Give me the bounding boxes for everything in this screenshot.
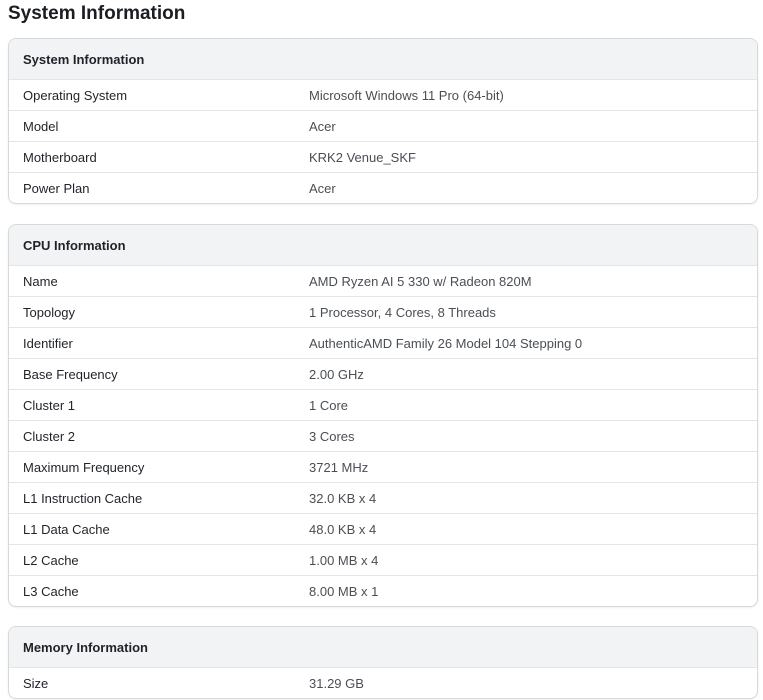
row-value: 1 Processor, 4 Cores, 8 Threads [309, 304, 496, 320]
row-value: 1.00 MB x 4 [309, 552, 379, 568]
row-value: 1 Core [309, 397, 349, 413]
row-label: L1 Data Cache [23, 521, 110, 537]
table-row: Motherboard KRK2 Venue_SKF [9, 141, 757, 172]
row-value: 32.0 KB x 4 [309, 490, 377, 506]
table-row: Identifier AuthenticAMD Family 26 Model … [9, 327, 757, 358]
table-row: Power Plan Acer [9, 172, 757, 203]
row-value: Acer [309, 180, 336, 196]
table-row: Base Frequency 2.00 GHz [9, 358, 757, 389]
table-row: Cluster 2 3 Cores [9, 420, 757, 451]
table-row: L1 Data Cache 48.0 KB x 4 [9, 513, 757, 544]
row-value: Microsoft Windows 11 Pro (64-bit) [309, 87, 504, 103]
table-row: L2 Cache 1.00 MB x 4 [9, 544, 757, 575]
row-value: 8.00 MB x 1 [309, 583, 379, 599]
row-label: Topology [23, 304, 76, 320]
row-label: Cluster 1 [23, 397, 76, 413]
row-value: 3721 MHz [309, 459, 369, 475]
row-label: Maximum Frequency [23, 459, 145, 475]
table-row: L1 Instruction Cache 32.0 KB x 4 [9, 482, 757, 513]
row-label: Operating System [23, 87, 128, 103]
row-label: L2 Cache [23, 552, 79, 568]
panel-header: Memory Information [9, 627, 757, 667]
row-label: Size [23, 675, 49, 691]
row-label: Motherboard [23, 149, 97, 165]
row-label: Cluster 2 [23, 428, 76, 444]
table-row: Size 31.29 GB [9, 667, 757, 698]
panel-header: System Information [9, 39, 757, 79]
table-row: Operating System Microsoft Windows 11 Pr… [9, 79, 757, 110]
row-value: 31.29 GB [309, 675, 364, 691]
table-row: Cluster 1 1 Core [9, 389, 757, 420]
row-label: Model [23, 118, 59, 134]
row-label: L3 Cache [23, 583, 79, 599]
table-row: Name AMD Ryzen AI 5 330 w/ Radeon 820M [9, 265, 757, 296]
page-title: System Information [8, 3, 186, 24]
row-value: Acer [309, 118, 336, 134]
row-value: 48.0 KB x 4 [309, 521, 377, 537]
row-label: Power Plan [23, 180, 90, 196]
row-value: KRK2 Venue_SKF [309, 149, 416, 165]
row-label: Identifier [23, 335, 73, 351]
table-row: Topology 1 Processor, 4 Cores, 8 Threads [9, 296, 757, 327]
table-row: L3 Cache 8.00 MB x 1 [9, 575, 757, 606]
row-value: 2.00 GHz [309, 366, 364, 382]
memory-information-panel: Memory Information Size 31.29 GB [8, 626, 758, 699]
row-value: 3 Cores [309, 428, 355, 444]
row-value: AuthenticAMD Family 26 Model 104 Steppin… [309, 335, 583, 351]
row-value: AMD Ryzen AI 5 330 w/ Radeon 820M [309, 273, 532, 289]
panel-header: CPU Information [9, 225, 757, 265]
row-label: L1 Instruction Cache [23, 490, 143, 506]
row-label: Base Frequency [23, 366, 118, 382]
cpu-information-panel: CPU Information Name AMD Ryzen AI 5 330 … [8, 224, 758, 607]
table-row: Model Acer [9, 110, 757, 141]
row-label: Name [23, 273, 58, 289]
system-information-panel: System Information Operating System Micr… [8, 38, 758, 204]
table-row: Maximum Frequency 3721 MHz [9, 451, 757, 482]
